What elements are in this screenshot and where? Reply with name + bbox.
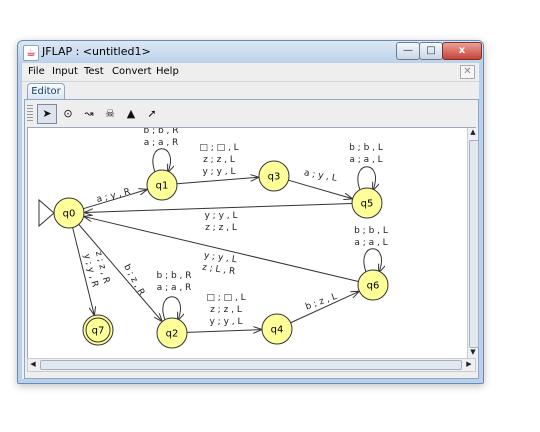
undo-tool[interactable]: ▲ [121, 104, 141, 124]
transition-label-group-q6-q6: b ; b , L a ; a , L [354, 226, 388, 248]
state-q3[interactable]: q3 [258, 160, 290, 192]
pointer-icon: ➤ [42, 107, 52, 120]
transition-label-q0-q2-0[interactable]: b ; z , R [121, 263, 146, 298]
vertical-scroll-thumb[interactable] [469, 140, 479, 348]
transition-q2-loop[interactable] [162, 296, 181, 320]
transition-label-group-q2-q4: □ ; □ , L z ; z , L y ; y , L [206, 293, 245, 327]
transition-label-group-q0-q7: z ; z , Ry ; y , R [81, 250, 111, 288]
java-app-icon: ☕ [23, 45, 39, 61]
state-label-q7: q7 [92, 326, 105, 337]
menu-bar: File Input Test Convert Help ✕ [22, 63, 479, 82]
close-button[interactable]: x [442, 42, 482, 60]
state-circle-icon: ⊙ [63, 107, 73, 120]
title-bar[interactable]: ☕ JFLAP : <untitled1> — □ x [18, 41, 483, 63]
state-creator-tool[interactable]: ⊙ [58, 104, 78, 124]
state-q5[interactable]: q5 [351, 187, 383, 219]
transition-q6-loop[interactable] [363, 248, 382, 272]
transition-label-group-q1-q3: □ ; □ , L z ; z , L y ; y , L [199, 143, 238, 177]
transition-label-q1-q1-1[interactable]: a ; a , R [144, 138, 179, 148]
state-label-q3: q3 [268, 172, 281, 183]
minimize-button[interactable]: — [396, 42, 420, 60]
transition-label-q4-q6-0[interactable]: b ; z , L [304, 292, 338, 313]
transition-label-q1-q3-2[interactable]: y ; y , L [202, 167, 235, 177]
transition-label-q6-q0-1[interactable]: z ; L , R [201, 263, 235, 278]
arrow-icon: ↝ [84, 107, 94, 120]
menu-convert[interactable]: Convert [112, 66, 152, 77]
scroll-right-icon[interactable]: ▶ [464, 360, 474, 368]
transition-label-group-q1-q1: b ; b , R a ; a , R [143, 126, 179, 148]
transition-creator-tool[interactable]: ↝ [79, 104, 99, 124]
state-q1[interactable]: q1 [146, 169, 178, 201]
editor-toolbar: ➤ ⊙ ↝ ☠ ▲ ➚ [27, 102, 475, 124]
redo-tool[interactable]: ➚ [142, 104, 162, 124]
transition-q1-q3[interactable] [176, 177, 258, 185]
scroll-left-icon[interactable]: ◀ [28, 360, 38, 368]
transition-label-q5-q5-1[interactable]: a ; a , L [349, 155, 382, 165]
transition-q1-loop[interactable] [152, 148, 171, 172]
close-document-icon[interactable]: ✕ [460, 65, 475, 79]
state-label-q0: q0 [63, 209, 76, 220]
transition-label-q5-q0-0[interactable]: y ; y , L [204, 211, 237, 221]
transition-label-q3-q5-0[interactable]: a ; y , L [303, 168, 337, 184]
menu-file[interactable]: File [28, 66, 45, 77]
automaton-canvas[interactable]: a ; y , R b ; b , R a ; a , R □ ; □ , L z ; … [27, 126, 479, 359]
initial-state-marker-icon [38, 198, 55, 228]
horizontal-scrollbar[interactable]: ◀ ▶ [27, 358, 476, 372]
toolbar-grip-icon[interactable] [27, 105, 33, 121]
window-title: JFLAP : <untitled1> [42, 45, 151, 58]
horizontal-scroll-thumb[interactable] [40, 360, 462, 370]
jflap-window: ☕ JFLAP : <untitled1> — □ x File Input T… [17, 40, 484, 384]
transition-label-q2-q2-1[interactable]: a ; a , R [157, 283, 192, 293]
window-client: File Input Test Convert Help ✕ Editor ➤ … [22, 63, 479, 379]
transition-label-q0-q1-0[interactable]: a ; y , R [96, 187, 132, 205]
skull-icon: ☠ [105, 107, 115, 120]
transition-label-group-q2-q2: b ; b , R a ; a , R [156, 271, 191, 293]
scroll-down-icon[interactable]: ▼ [468, 348, 478, 356]
state-label-q4: q4 [271, 325, 284, 336]
transition-label-group-q4-q6: b ; z , L [304, 292, 338, 313]
state-label-q6: q6 [367, 281, 380, 292]
transition-label-q6-q6-1[interactable]: a ; a , L [354, 238, 387, 248]
state-q7[interactable]: q7 [82, 314, 114, 346]
transition-label-q5-q0-1[interactable]: z ; z , L [205, 223, 237, 233]
transition-label-group-q3-q5: a ; y , L [303, 168, 337, 184]
menu-input[interactable]: Input [52, 66, 78, 77]
state-q4[interactable]: q4 [261, 313, 293, 345]
transition-q2-q4[interactable] [186, 330, 261, 333]
transition-label-q1-q1-0[interactable]: b ; b , R [143, 126, 178, 136]
transition-label-q2-q2-0[interactable]: b ; b , R [156, 271, 191, 281]
transition-label-group-q0-q1: a ; y , R [96, 187, 132, 205]
transition-label-q2-q4-0[interactable]: □ ; □ , L [206, 293, 245, 303]
transition-label-q5-q5-0[interactable]: b ; b , L [349, 143, 383, 153]
state-label-q1: q1 [156, 181, 169, 192]
state-q0[interactable]: q0 [38, 197, 85, 229]
transition-label-group-q0-q2: b ; z , R [121, 263, 146, 298]
transition-q3-q5[interactable] [288, 179, 351, 198]
transition-label-q2-q4-2[interactable]: y ; y , L [209, 317, 242, 327]
transition-q5-loop[interactable] [357, 166, 376, 190]
transition-label-q2-q4-1[interactable]: z ; z , L [210, 305, 242, 315]
editor-panel: ➤ ⊙ ↝ ☠ ▲ ➚ a ; y , R b ; b , R a ; a , … [24, 99, 479, 379]
transition-label-group-q5-q0: y ; y , L z ; z , L [204, 211, 237, 233]
state-q6[interactable]: q6 [357, 269, 389, 301]
state-q2[interactable]: q2 [156, 317, 188, 349]
menu-test[interactable]: Test [84, 66, 104, 77]
diagonal-arrow-icon: ➚ [147, 107, 157, 120]
menu-help[interactable]: Help [156, 66, 179, 77]
transition-label-group-q6-q0: y ; y , Lz ; L , R [201, 251, 237, 277]
transition-label-q6-q6-0[interactable]: b ; b , L [354, 226, 388, 236]
automaton-diagram[interactable]: a ; y , R b ; b , R a ; a , R □ ; □ , L z ; … [28, 126, 466, 358]
state-label-q2: q2 [166, 329, 179, 340]
transition-label-group-q5-q5: b ; b , L a ; a , L [349, 143, 383, 165]
car-icon: ▲ [126, 107, 136, 120]
deleter-tool[interactable]: ☠ [100, 104, 120, 124]
transition-label-q1-q3-1[interactable]: z ; z , L [203, 155, 235, 165]
transition-label-q1-q3-0[interactable]: □ ; □ , L [199, 143, 238, 153]
vertical-scrollbar[interactable]: ▲ ▼ [467, 128, 479, 358]
tab-editor[interactable]: Editor [27, 83, 65, 99]
scroll-up-icon[interactable]: ▲ [468, 128, 478, 136]
state-label-q5: q5 [361, 199, 374, 210]
maximize-button[interactable]: □ [419, 42, 443, 60]
attribute-editor-tool[interactable]: ➤ [37, 104, 57, 124]
